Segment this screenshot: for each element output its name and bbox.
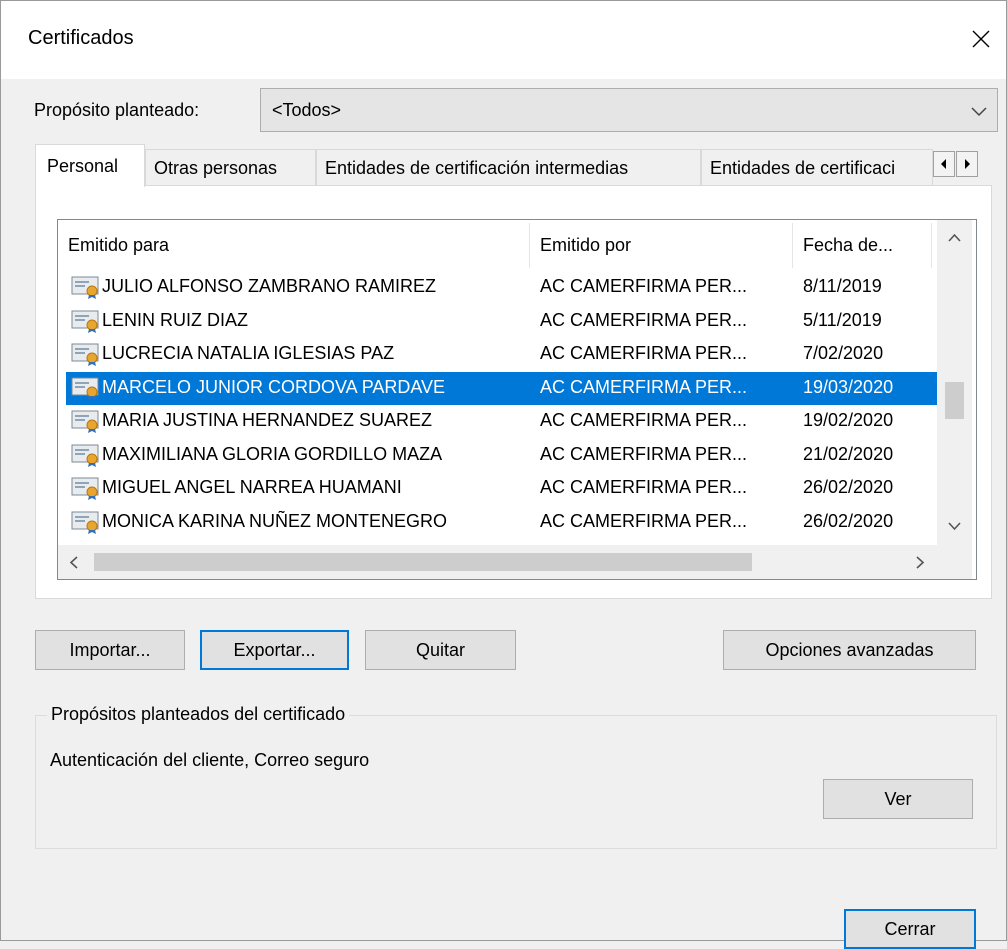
- cell-issued-to: JULIO ALFONSO ZAMBRANO RAMIREZ: [102, 276, 437, 296]
- triangle-right-icon: [965, 159, 970, 169]
- export-button[interactable]: Exportar...: [200, 630, 349, 670]
- window-title: Certificados: [28, 27, 134, 49]
- column-divider: [931, 223, 932, 268]
- purpose-dropdown-value: <Todos>: [272, 99, 342, 120]
- advanced-options-button-label: Opciones avanzadas: [765, 639, 934, 660]
- table-row[interactable]: MARCELO JUNIOR CORDOVA PARDAVE AC CAMERFI…: [66, 371, 938, 405]
- certificate-icon: [71, 511, 101, 534]
- triangle-left-icon: [941, 159, 946, 169]
- export-button-label: Exportar...: [233, 639, 316, 660]
- cell-date: 7/02/2020: [803, 343, 884, 363]
- column-label: Fecha de...: [803, 235, 894, 255]
- remove-button[interactable]: Quitar: [365, 630, 516, 670]
- close-button[interactable]: Cerrar: [844, 909, 976, 949]
- tab-label: Entidades de certificación intermedias: [325, 158, 629, 178]
- table-row[interactable]: MARIA JUSTINA HERNANDEZ SUAREZ AC CAMERFI…: [66, 405, 938, 438]
- chevron-down-icon: [971, 107, 987, 117]
- certificate-icon: [71, 377, 101, 400]
- close-button-label: Cerrar: [884, 918, 936, 939]
- certificates-list[interactable]: Emitido para Emitido por Fecha de... JUL…: [57, 219, 977, 580]
- tab-personal[interactable]: Personal: [35, 144, 145, 187]
- remove-button-label: Quitar: [415, 639, 466, 660]
- tab-scroll-left-button[interactable]: [933, 151, 955, 177]
- cell-date: 21/02/2020: [803, 443, 894, 464]
- purpose-dropdown[interactable]: <Todos>: [260, 88, 998, 132]
- cell-issued-by: AC CAMERFIRMA PER...: [540, 410, 748, 430]
- certificate-icon: [71, 343, 101, 366]
- tab-label: Otras personas: [154, 158, 278, 178]
- certificate-purposes-legend: Propósitos planteados del certificado: [47, 704, 350, 725]
- cell-issued-by: AC CAMERFIRMA PER...: [540, 376, 748, 397]
- certificates-dialog: Certificados Propósito planteado: <Todos…: [0, 0, 1007, 949]
- cell-issued-to: MAXIMILIANA GLORIA GORDILLO MAZA: [102, 443, 443, 464]
- certificate-icon: [71, 444, 101, 467]
- close-icon: [972, 30, 990, 48]
- column-date[interactable]: Fecha de...: [793, 220, 931, 271]
- column-label: Emitido por: [540, 235, 632, 255]
- cell-issued-to: LENIN RUIZ DIAZ: [102, 309, 249, 330]
- import-button[interactable]: Importar...: [35, 630, 185, 670]
- cell-date: 19/03/2020: [803, 376, 894, 397]
- tab-scroll-right-button[interactable]: [956, 151, 978, 177]
- column-issued-by[interactable]: Emitido por: [530, 220, 792, 271]
- scrollbar-corner: [937, 545, 972, 579]
- cell-issued-by: AC CAMERFIRMA PER...: [540, 477, 748, 497]
- close-window-button[interactable]: [961, 19, 1001, 59]
- cell-issued-by: AC CAMERFIRMA PER...: [540, 343, 748, 363]
- table-row[interactable]: JULIO ALFONSO ZAMBRANO RAMIREZ AC CAMERFI…: [66, 271, 938, 304]
- cell-date: 26/02/2020: [803, 477, 894, 497]
- cell-issued-by: AC CAMERFIRMA PER...: [540, 510, 748, 531]
- advanced-options-button[interactable]: Opciones avanzadas: [723, 630, 976, 670]
- purpose-label: Propósito planteado:: [34, 100, 200, 120]
- scroll-down-icon: [948, 522, 961, 531]
- cell-issued-by: AC CAMERFIRMA PER...: [540, 276, 748, 296]
- certificate-icon: [71, 276, 101, 299]
- scroll-right-icon: [916, 556, 925, 569]
- title-bar: Certificados: [1, 1, 1006, 79]
- tab-label: Entidades de certificaci: [710, 158, 896, 178]
- list-header: Emitido para Emitido por Fecha de...: [58, 220, 951, 271]
- cell-date: 8/11/2019: [803, 276, 882, 296]
- table-row[interactable]: MAXIMILIANA GLORIA GORDILLO MAZA AC CAMER…: [66, 439, 938, 472]
- cell-issued-by: AC CAMERFIRMA PER...: [540, 443, 748, 464]
- cell-issued-to: MARIA JUSTINA HERNANDEZ SUAREZ: [102, 410, 433, 430]
- cell-issued-to: LUCRECIA NATALIA IGLESIAS PAZ: [102, 343, 395, 363]
- scroll-left-icon: [69, 556, 78, 569]
- cell-issued-to: MONICA KARINA NUÑEZ MONTENEGRO: [102, 510, 448, 531]
- certificate-icon: [71, 310, 101, 333]
- vertical-scroll-thumb[interactable]: [945, 382, 964, 419]
- cell-issued-to: MIGUEL ANGEL NARREA HUAMANI: [102, 477, 402, 497]
- import-button-label: Importar...: [69, 639, 151, 660]
- cell-date: 26/02/2020: [803, 510, 894, 531]
- horizontal-scrollbar[interactable]: [58, 545, 937, 579]
- view-button-label: Ver: [884, 788, 912, 809]
- tab-root-cas[interactable]: Entidades de certificaci: [701, 149, 933, 187]
- tab-intermediate-cas[interactable]: Entidades de certificación intermedias: [316, 149, 701, 187]
- scroll-up-icon: [948, 233, 961, 242]
- column-issued-to[interactable]: Emitido para: [58, 220, 529, 271]
- table-row[interactable]: MONICA KARINA NUÑEZ MONTENEGRO AC CAMERFI…: [66, 506, 938, 539]
- column-label: Emitido para: [68, 235, 170, 255]
- certificate-icon: [71, 477, 101, 500]
- vertical-scrollbar[interactable]: [937, 220, 972, 545]
- certificate-icon: [71, 410, 101, 433]
- tab-label: Personal: [47, 155, 119, 176]
- horizontal-scroll-thumb[interactable]: [94, 553, 752, 571]
- cell-issued-to: MARCELO JUNIOR CORDOVA PARDAVE: [102, 376, 446, 397]
- certificate-purposes-text: Autenticación del cliente, Correo seguro: [50, 750, 370, 770]
- table-row[interactable]: MIGUEL ANGEL NARREA HUAMANI AC CAMERFIRMA…: [66, 472, 938, 505]
- cell-date: 5/11/2019: [803, 309, 882, 330]
- cell-date: 19/02/2020: [803, 410, 894, 430]
- cell-issued-by: AC CAMERFIRMA PER...: [540, 309, 748, 330]
- tab-other-people[interactable]: Otras personas: [145, 149, 316, 187]
- view-button[interactable]: Ver: [823, 779, 973, 819]
- table-row[interactable]: LUCRECIA NATALIA IGLESIAS PAZ AC CAMERFIR…: [66, 338, 938, 371]
- table-row[interactable]: LENIN RUIZ DIAZ AC CAMERFIRMA PER... 5/11/…: [66, 305, 938, 338]
